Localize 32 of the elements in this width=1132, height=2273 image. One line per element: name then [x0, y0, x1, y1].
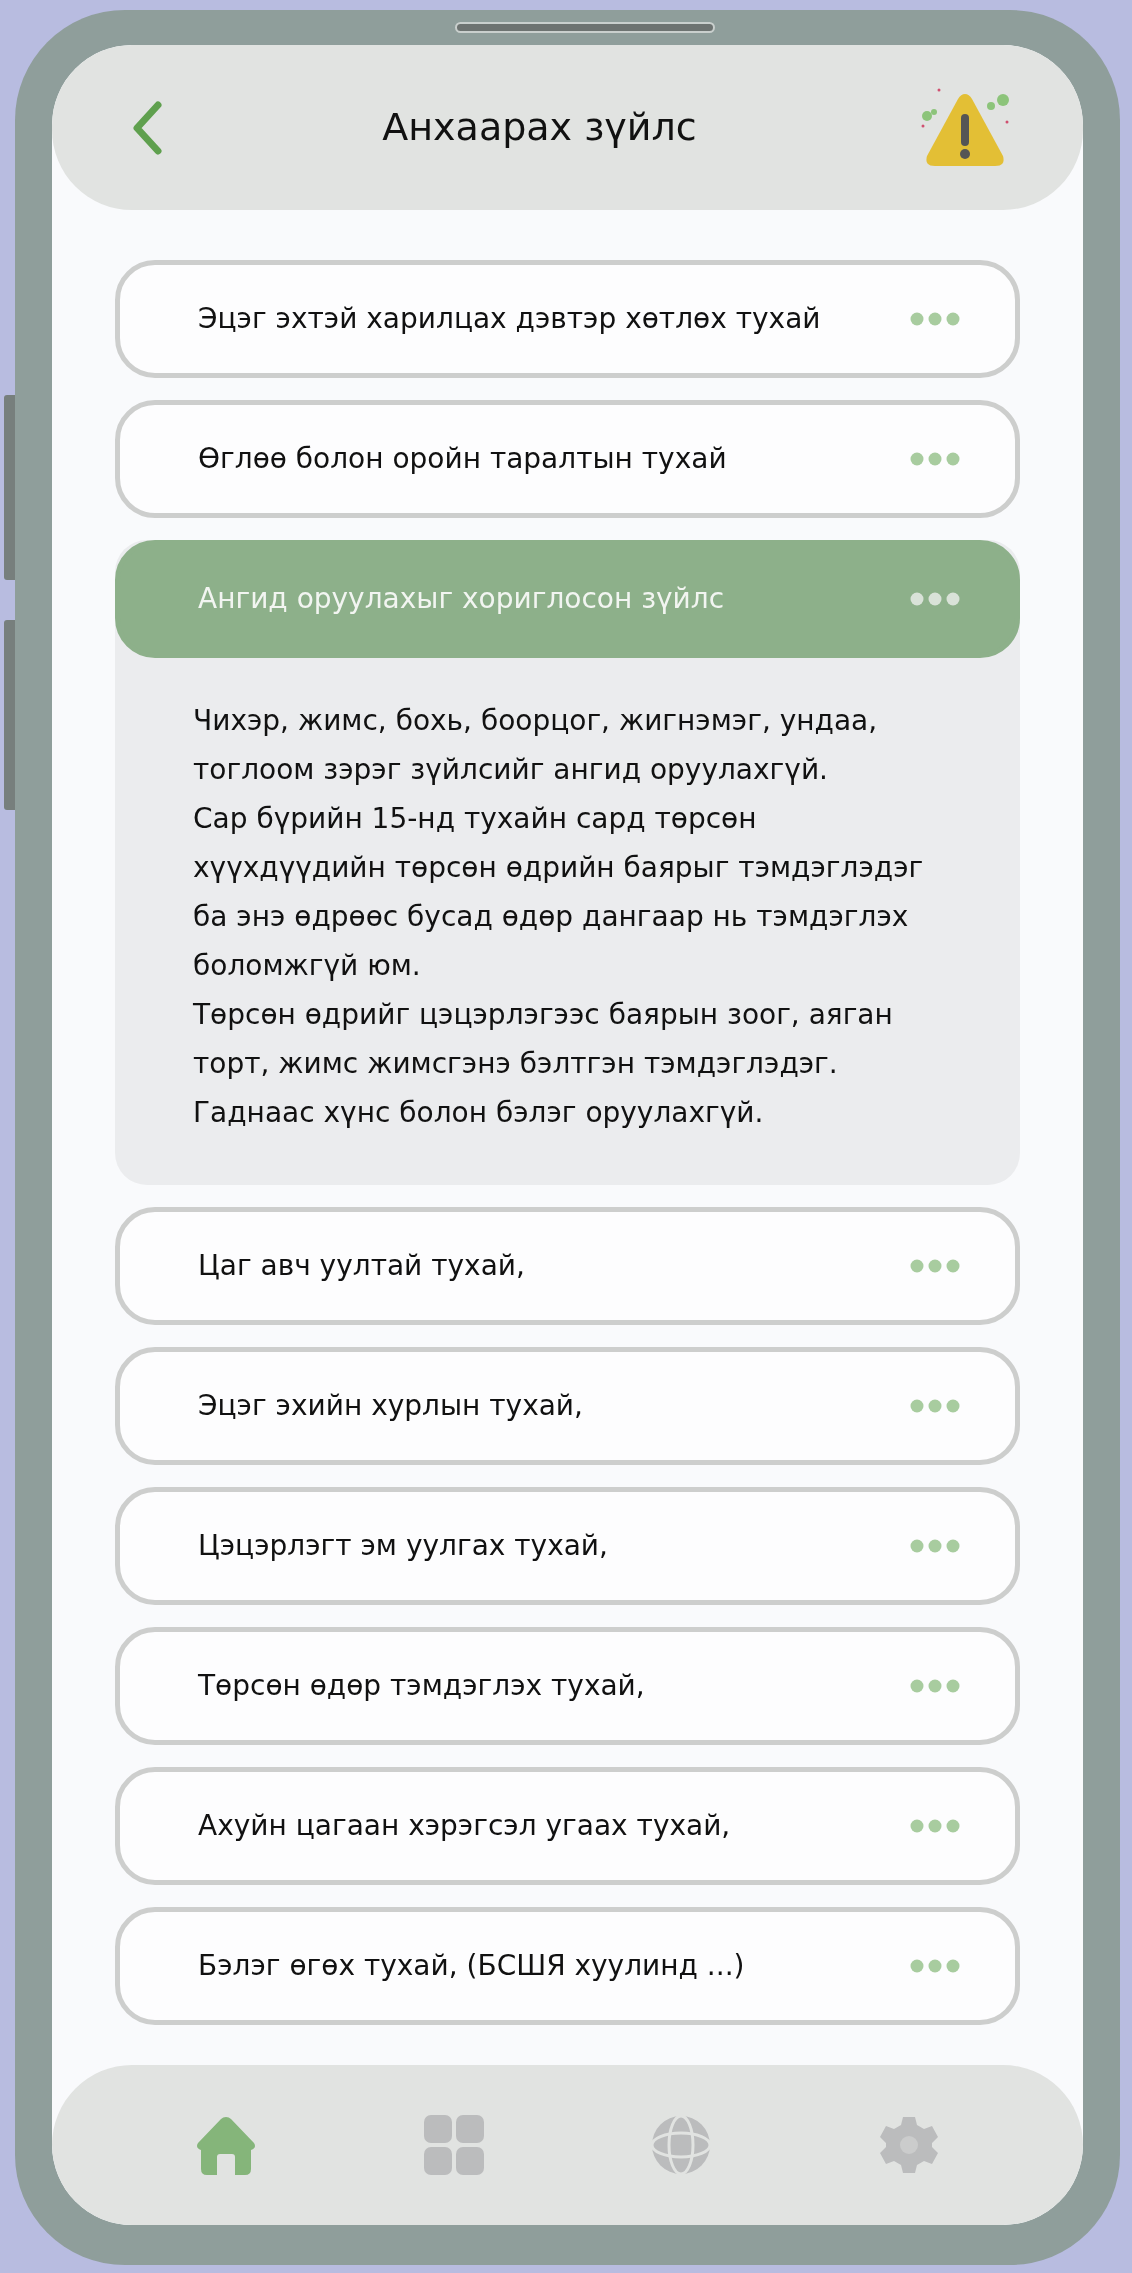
body-text: Төрсөн өдрийг цэцэрлэгээс баярын зоог, аяган торт, жимс жимсгэнэ бэлтгэн тэмдэглэдэг. Гаднаас хүнс болон бэлэг оруулахгүй.	[193, 997, 894, 1131]
list-item[interactable]: Цаг авч уултай тухай,	[115, 1207, 1020, 1325]
grid-icon[interactable]	[421, 2113, 486, 2177]
item-title: Цаг авч уултай тухай,	[198, 1248, 525, 1284]
item-title: Өглөө болон оройн таралтын тухай	[198, 441, 727, 477]
body-text: Чихэр, жимс, бохь, боорцог, жигнэмэг, ундаа, тоглоом зэрэг зүйлсийг ангид оруулахгүй.	[193, 703, 879, 788]
more-icon[interactable]	[910, 1959, 960, 1973]
item-title: Төрсөн өдөр тэмдэглэх тухай,	[198, 1668, 645, 1704]
item-title: Бэлэг өгөх тухай, (БСШЯ хуулинд ...)	[198, 1948, 745, 1984]
more-icon[interactable]	[910, 1259, 960, 1273]
list-item[interactable]: Ахуйн цагаан хэрэгсэл угаах тухай,	[115, 1767, 1020, 1885]
list-item[interactable]: Эцэг эхтэй харилцах дэвтэр хөтлөх тухай	[115, 260, 1020, 378]
item-title: Эцэг эхтэй харилцах дэвтэр хөтлөх тухай	[198, 301, 821, 337]
list-item[interactable]: Цэцэрлэгт эм уулгах тухай,	[115, 1487, 1020, 1605]
more-icon[interactable]	[910, 1819, 960, 1833]
list-item[interactable]: Төрсөн өдөр тэмдэглэх тухай,	[115, 1627, 1020, 1745]
more-icon[interactable]	[910, 592, 960, 606]
page-title: Анхаарах зүйлс	[382, 104, 697, 151]
back-icon[interactable]	[132, 100, 162, 155]
list-item[interactable]: Эцэг эхийн хурлын тухай,	[115, 1347, 1020, 1465]
more-icon[interactable]	[910, 312, 960, 326]
list-item[interactable]: Өглөө болон оройн таралтын тухай	[115, 400, 1020, 518]
item-title: Цэцэрлэгт эм уулгах тухай,	[198, 1528, 608, 1564]
item-title: Эцэг эхийн хурлын тухай,	[198, 1388, 583, 1424]
more-icon[interactable]	[910, 1399, 960, 1413]
item-title: Ангид оруулахыг хориглосон зүйлс	[198, 581, 725, 617]
more-icon[interactable]	[910, 1539, 960, 1553]
list-item[interactable]: Бэлэг өгөх тухай, (БСШЯ хуулинд ...)	[115, 1907, 1020, 2025]
item-title: Ахуйн цагаан хэрэгсэл угаах тухай,	[198, 1808, 731, 1844]
body-text: Сар бүрийн 15-нд тухайн сард төрсөн хүүхдүүдийн төрсөн өдрийн баярыг тэмдэглэдэг ба энэ өдрөөс бусад өдөр дангаар нь тэмдэглэх боломжгүй юм.	[193, 801, 925, 984]
more-icon[interactable]	[910, 1679, 960, 1693]
more-icon[interactable]	[910, 452, 960, 466]
